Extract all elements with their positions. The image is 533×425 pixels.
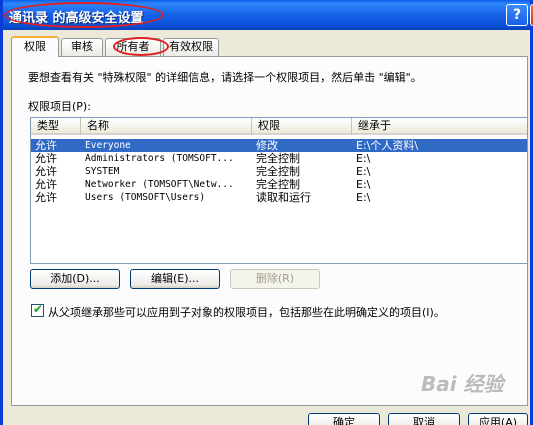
ok-button[interactable]: 确定 — [308, 413, 380, 425]
row-name: SYSTEM — [85, 166, 120, 177]
row-type: 允许 — [35, 139, 57, 152]
security-dialog: 通讯录 的高级安全设置 ? 权限 审核 所有者 有效权限 要想查看有关 "特殊权… — [0, 0, 533, 425]
list-header: 类型 名称 权限 继承于 — [31, 118, 527, 135]
owner-tab-highlight-circle — [113, 37, 169, 56]
table-row[interactable]: 允许 Administrators (TOMSOFT... 完全控制 E:\ — [31, 152, 527, 165]
row-inherited-from: E:\ — [356, 152, 371, 165]
row-type: 允许 — [35, 191, 57, 204]
tab-auditing[interactable]: 审核 — [61, 38, 103, 56]
title-bar[interactable]: 通讯录 的高级安全设置 ? — [3, 0, 533, 30]
remove-button[interactable]: 删除(R) — [230, 269, 320, 289]
table-row[interactable]: 允许 Networker (TOMSOFT\Netw... 完全控制 E:\ — [31, 178, 527, 191]
row-permission: 完全控制 — [256, 152, 300, 165]
apply-button[interactable]: 应用(A) — [468, 413, 528, 425]
row-permission: 完全控制 — [256, 178, 300, 191]
permission-entries-list[interactable]: 类型 名称 权限 继承于 允许 Everyone 修改 E:\个人资料\ 允许 … — [30, 117, 528, 264]
description-text: 要想查看有关 "特殊权限" 的详细信息，请选择一个权限项目，然后单击 "编辑"。 — [28, 71, 422, 84]
table-row[interactable]: 允许 Users (TOMSOFT\Users) 读取和运行 E:\ — [31, 191, 527, 204]
column-name[interactable]: 名称 — [81, 118, 252, 135]
row-inherited-from: E:\个人资料\ — [356, 139, 419, 152]
baidu-watermark: Bai 经验 — [421, 372, 504, 396]
checkmark-icon: ✔ — [33, 302, 44, 316]
row-name: Administrators (TOMSOFT... — [85, 153, 234, 164]
row-inherited-from: E:\ — [356, 191, 371, 204]
row-permission: 读取和运行 — [256, 191, 311, 204]
column-type[interactable]: 类型 — [31, 118, 81, 135]
row-name: Networker (TOMSOFT\Netw... — [85, 179, 234, 190]
row-permission: 修改 — [256, 139, 278, 152]
table-row[interactable]: 允许 Everyone 修改 E:\个人资料\ — [31, 138, 527, 153]
help-button[interactable]: ? — [506, 4, 528, 26]
row-type: 允许 — [35, 178, 57, 191]
table-row[interactable]: 允许 SYSTEM 完全控制 E:\ — [31, 165, 527, 178]
title-highlight-circle — [4, 2, 164, 28]
column-permission[interactable]: 权限 — [252, 118, 352, 135]
row-name: Everyone — [85, 140, 131, 151]
row-type: 允许 — [35, 152, 57, 165]
inherit-checkbox-label[interactable]: 从父项继承那些可以应用到子对象的权限项目，包括那些在此明确定义的项目(I)。 — [48, 304, 445, 320]
permissions-panel: 要想查看有关 "特殊权限" 的详细信息，请选择一个权限项目，然后单击 "编辑"。… — [11, 56, 528, 406]
cancel-button[interactable]: 取消 — [388, 413, 460, 425]
add-button[interactable]: 添加(D)... — [30, 269, 120, 289]
column-inherited-from[interactable]: 继承于 — [352, 118, 527, 135]
inherit-checkbox[interactable]: ✔ — [31, 302, 44, 317]
permission-entries-label: 权限项目(P): — [28, 100, 91, 113]
row-type: 允许 — [35, 165, 57, 178]
row-permission: 完全控制 — [256, 165, 300, 178]
row-inherited-from: E:\ — [356, 165, 371, 178]
edit-button[interactable]: 编辑(E)... — [130, 269, 220, 289]
tab-effective-permissions[interactable]: 有效权限 — [163, 38, 219, 56]
row-name: Users (TOMSOFT\Users) — [85, 192, 206, 203]
tab-permissions[interactable]: 权限 — [11, 36, 59, 57]
row-inherited-from: E:\ — [356, 178, 371, 191]
